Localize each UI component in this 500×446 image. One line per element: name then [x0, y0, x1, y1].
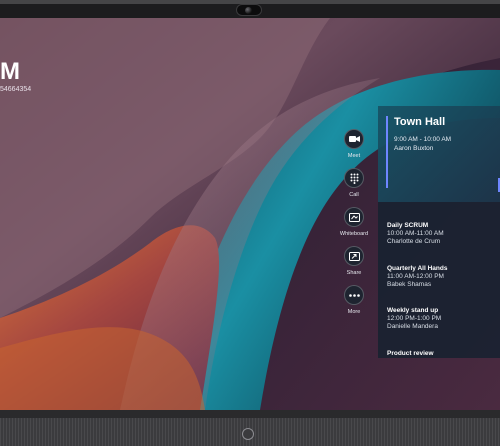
- device-top-bezel: [0, 0, 500, 18]
- call-label: Call: [349, 192, 359, 198]
- more-button[interactable]: More: [342, 285, 366, 315]
- featured-meeting-organizer: Aaron Buxton: [394, 145, 434, 152]
- whiteboard-button[interactable]: Whiteboard: [340, 207, 368, 237]
- whiteboard-label: Whiteboard: [339, 231, 369, 237]
- meeting-organizer: Danielle Mandera: [387, 323, 438, 330]
- meeting-title: Quarterly All Hands: [387, 265, 448, 272]
- meeting-title: Product review: [387, 350, 434, 357]
- call-button[interactable]: Call: [342, 168, 366, 198]
- bezel-edge: [0, 410, 500, 418]
- meeting-time: 12:00 PM-1:00 PM: [387, 315, 442, 322]
- accent-bar: [386, 116, 388, 188]
- meeting-item[interactable]: Product review: [387, 350, 499, 357]
- meet-button[interactable]: Meet: [342, 129, 366, 159]
- whiteboard-icon: [344, 207, 364, 227]
- more-label: More: [347, 309, 361, 315]
- meeting-time: 10:00 AM-11:00 AM: [387, 230, 444, 237]
- wallpaper-subtitle: 54664354: [0, 86, 32, 93]
- camera-icon: [236, 4, 262, 16]
- meeting-title: Daily SCRUM: [387, 222, 429, 229]
- featured-meeting-time: 9:00 AM - 10:00 AM: [394, 136, 452, 143]
- meeting-organizer: Babek Shamas: [387, 281, 432, 288]
- wallpaper-title: M: [0, 58, 21, 85]
- power-button-icon[interactable]: [242, 428, 254, 440]
- meet-label: Meet: [347, 153, 361, 159]
- meeting-item[interactable]: Weekly stand up 12:00 PM-1:00 PM Daniell…: [387, 307, 499, 330]
- camera-lens: [245, 7, 252, 14]
- share-label: Share: [346, 270, 362, 276]
- meeting-item[interactable]: Quarterly All Hands 11:00 AM-12:00 PM Ba…: [387, 265, 499, 288]
- meeting-title: Weekly stand up: [387, 307, 439, 314]
- dialpad-icon: [344, 168, 364, 188]
- featured-meeting-card[interactable]: Town Hall 9:00 AM - 10:00 AM Aaron Buxto…: [378, 106, 500, 202]
- share-screen-icon: [344, 246, 364, 266]
- share-button[interactable]: Share: [342, 246, 366, 276]
- device-bottom-bezel: [0, 410, 500, 446]
- video-camera-icon: [344, 129, 364, 149]
- meeting-item[interactable]: Daily SCRUM 10:00 AM-11:00 AM Charlotte …: [387, 222, 499, 245]
- device-screen: M 54664354 Meet Call Whiteboard Share Mo…: [0, 18, 500, 410]
- meeting-time: 11:00 AM-12:00 PM: [387, 273, 444, 280]
- more-dots-icon: [344, 285, 364, 305]
- meeting-organizer: Charlotte de Crum: [387, 238, 441, 245]
- agenda-panel: Town Hall 9:00 AM - 10:00 AM Aaron Buxto…: [378, 106, 500, 358]
- featured-meeting-title: Town Hall: [394, 116, 446, 128]
